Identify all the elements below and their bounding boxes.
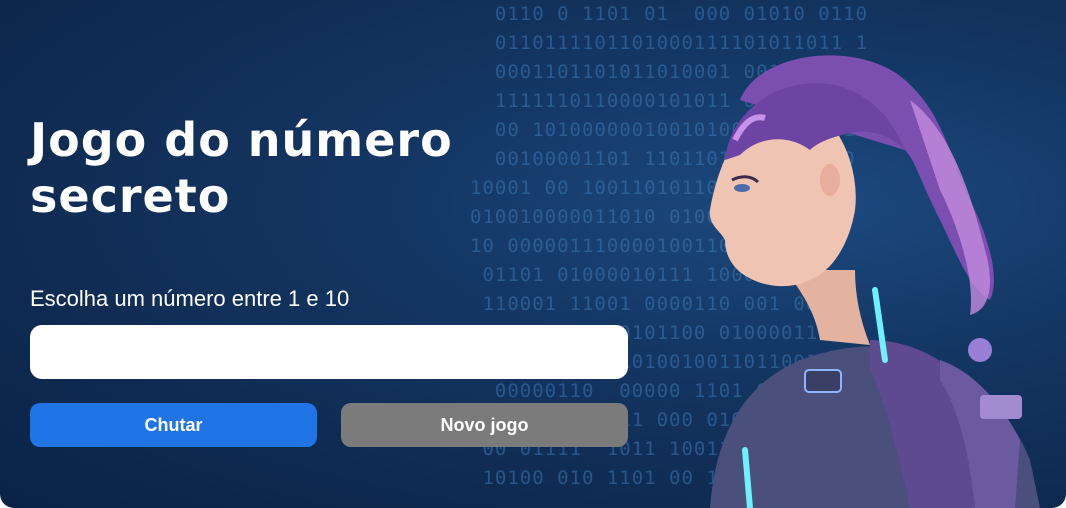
character-illustration (709, 55, 1040, 508)
game-screen: 0110 0 1101 01 000 01010 0110 0110111101… (0, 0, 1066, 508)
guess-input[interactable] (30, 325, 628, 379)
page-title: Jogo do número secreto (30, 113, 453, 223)
guess-instruction: Escolha um número entre 1 e 10 (30, 286, 350, 311)
new-game-button[interactable]: Novo jogo (341, 403, 628, 447)
guess-button[interactable]: Chutar (30, 403, 317, 447)
